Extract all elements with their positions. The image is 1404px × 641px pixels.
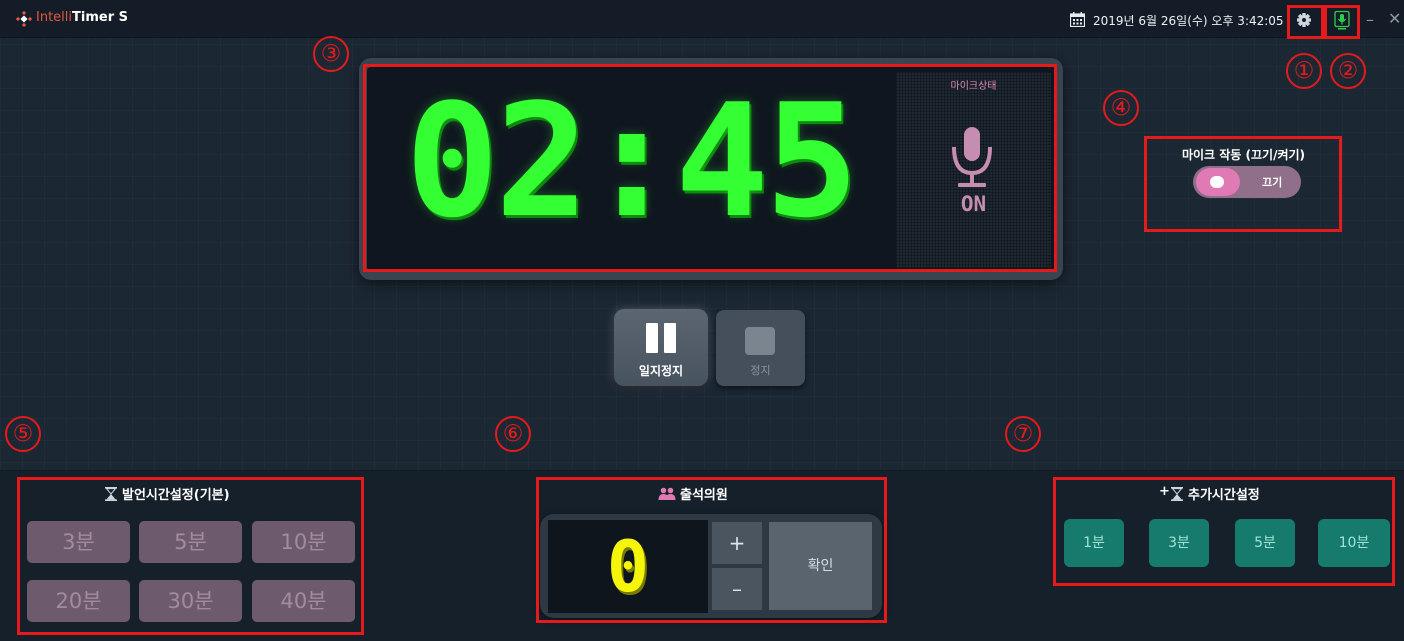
annotation-box-attendance: [536, 477, 887, 623]
minimize-button[interactable]: –: [1366, 10, 1380, 29]
callout-3: ③: [313, 36, 349, 72]
annotation-box-timer: [363, 64, 1057, 272]
callout-6: ⑥: [495, 416, 531, 452]
annotation-box-extra-time: [1053, 477, 1395, 586]
callout-2: ②: [1330, 53, 1366, 89]
app-title-brand: Intelli: [36, 10, 73, 25]
calendar-icon: [1070, 12, 1085, 27]
annotation-box-mic-indicator: [1324, 5, 1360, 39]
stop-button-label: 정지: [750, 364, 771, 377]
pause-button-label: 일지정지: [638, 364, 684, 378]
close-button[interactable]: ✕: [1388, 9, 1404, 28]
callout-7: ⑦: [1005, 416, 1041, 452]
app-logo-icon: [16, 11, 32, 27]
stop-icon: [745, 327, 775, 355]
callout-5: ⑤: [5, 416, 41, 452]
current-datetime: 2019년 6월 26일(수) 오후 3:42:05: [1093, 14, 1284, 28]
callout-1: ①: [1286, 53, 1322, 89]
annotation-box-speech-time: [17, 477, 364, 635]
app-title-rest: Timer S: [72, 10, 129, 25]
annotation-box-mic-toggle: [1144, 136, 1342, 232]
pause-icon: [646, 323, 676, 353]
app-title: IntelliTimer S: [36, 10, 128, 25]
callout-4: ④: [1103, 90, 1139, 126]
annotation-box-settings: [1287, 5, 1324, 39]
